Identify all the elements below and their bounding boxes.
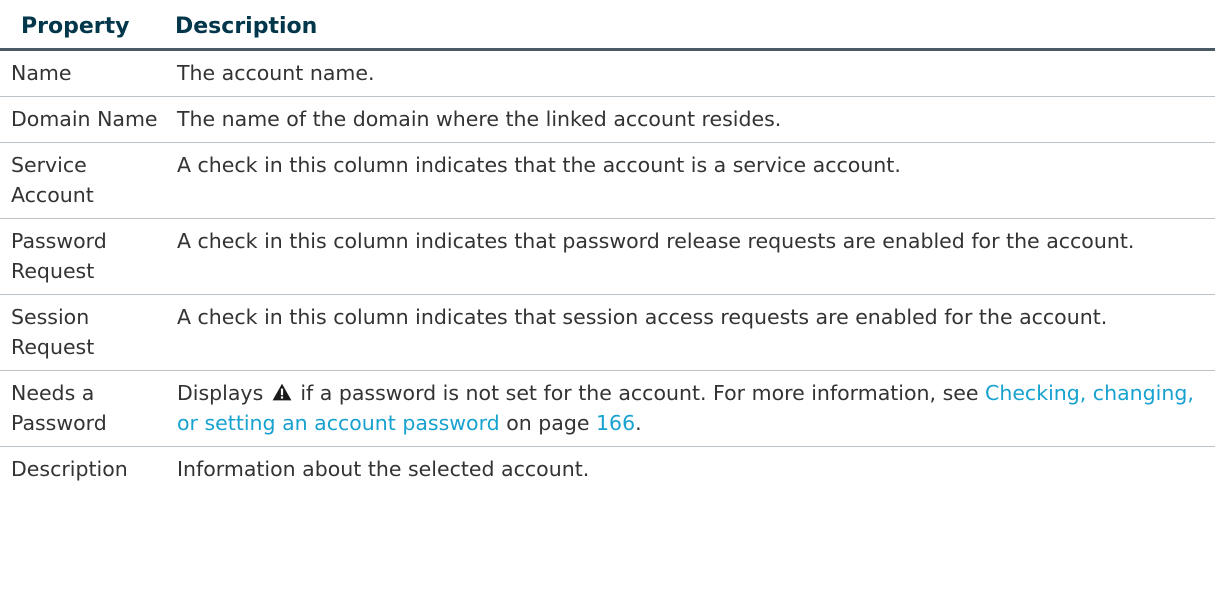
table-row: Service Account A check in this column i…	[0, 142, 1215, 219]
description-cell: A check in this column indicates that pa…	[175, 218, 1215, 295]
table-row: Password Request A check in this column …	[0, 218, 1215, 295]
description-cell: Displays if a password is not set for th…	[175, 370, 1215, 447]
description-cell: A check in this column indicates that se…	[175, 294, 1215, 371]
property-cell: Session Request	[0, 294, 175, 371]
property-cell: Service Account	[0, 142, 175, 219]
header-property: Property	[0, 0, 175, 51]
table-header-row: Property Description	[0, 0, 1215, 51]
property-cell: Name	[0, 49, 175, 97]
description-cell: A check in this column indicates that th…	[175, 142, 1215, 219]
table-row: Domain Name The name of the domain where…	[0, 96, 1215, 143]
text-before-icon: Displays	[177, 381, 264, 405]
property-cell: Needs a Password	[0, 370, 175, 447]
property-cell: Description	[11, 457, 128, 481]
properties-table: Property Description Name The account na…	[0, 0, 1215, 492]
table-row: Description Information about the select…	[0, 447, 1215, 493]
text-on-page: on page	[506, 411, 590, 435]
table-row: Name The account name.	[0, 49, 1215, 97]
description-cell: The name of the domain where the linked …	[175, 96, 1215, 143]
property-cell: Domain Name	[0, 96, 175, 143]
warning-triangle-icon	[272, 383, 292, 401]
property-cell: Password Request	[0, 218, 175, 295]
table-row: Needs a Password Displays if a password …	[0, 370, 1215, 447]
description-cell: Information about the selected account.	[177, 457, 590, 481]
text-period: .	[635, 411, 642, 435]
page-number-link[interactable]: 166	[596, 411, 635, 435]
header-description: Description	[175, 0, 1215, 51]
table-row: Session Request A check in this column i…	[0, 294, 1215, 371]
text-after-icon: if a password is not set for the account…	[300, 381, 979, 405]
description-cell: The account name.	[175, 49, 1215, 97]
